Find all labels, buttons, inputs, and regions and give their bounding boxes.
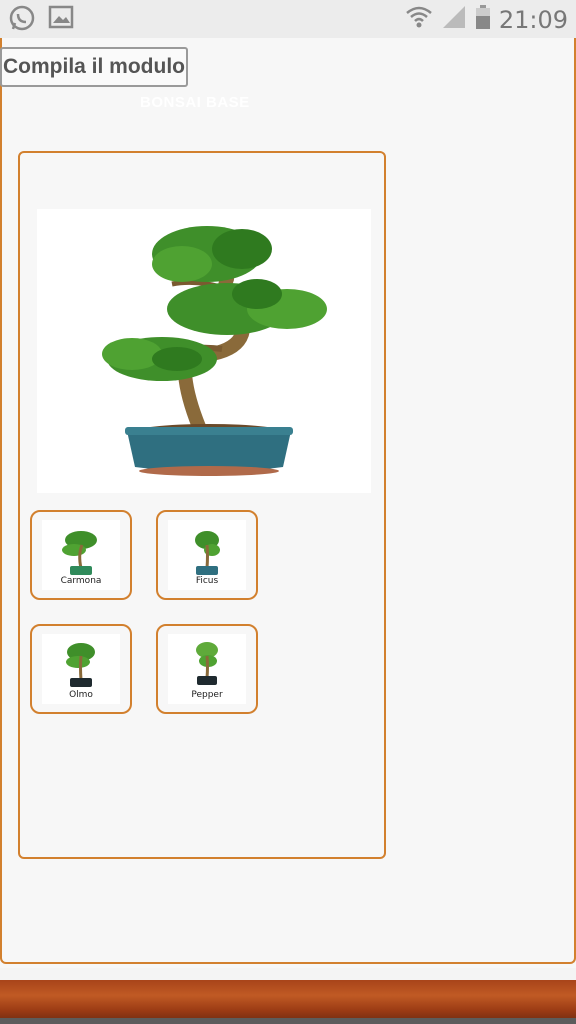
- fill-form-button[interactable]: Compila il modulo: [0, 47, 188, 87]
- product-thumb-olmo[interactable]: Olmo: [30, 624, 132, 714]
- thumb-label: Pepper: [191, 690, 223, 700]
- thumb-image: Pepper: [168, 634, 246, 704]
- gallery-icon: [48, 4, 74, 37]
- section-title: BONSAI BASE: [140, 94, 250, 111]
- signal-icon: [441, 4, 467, 35]
- thumb-image: Ficus: [168, 520, 246, 590]
- status-bar: 21:09: [0, 0, 576, 38]
- battery-icon: [475, 4, 491, 35]
- bottom-wood-bar: [0, 980, 576, 1024]
- thumb-label: Ficus: [195, 576, 219, 586]
- page-content: Compila il modulo BONSAI BASE Carmona Fi…: [0, 38, 576, 968]
- thumb-image: Olmo: [42, 634, 120, 704]
- whatsapp-icon: [8, 4, 36, 37]
- product-thumb-ficus[interactable]: Ficus: [156, 510, 258, 600]
- product-thumb-carmona[interactable]: Carmona: [30, 510, 132, 600]
- clock: 21:09: [498, 5, 568, 34]
- thumb-label: Olmo: [69, 690, 93, 700]
- thumb-label: Carmona: [60, 576, 102, 586]
- thumb-image: Carmona: [42, 520, 120, 590]
- product-thumb-pepper[interactable]: Pepper: [156, 624, 258, 714]
- wifi-icon: [405, 3, 433, 36]
- main-product-image: [37, 209, 371, 493]
- bottom-shade: [0, 1018, 576, 1024]
- product-panel: Carmona Ficus Olmo Pepper: [18, 151, 386, 859]
